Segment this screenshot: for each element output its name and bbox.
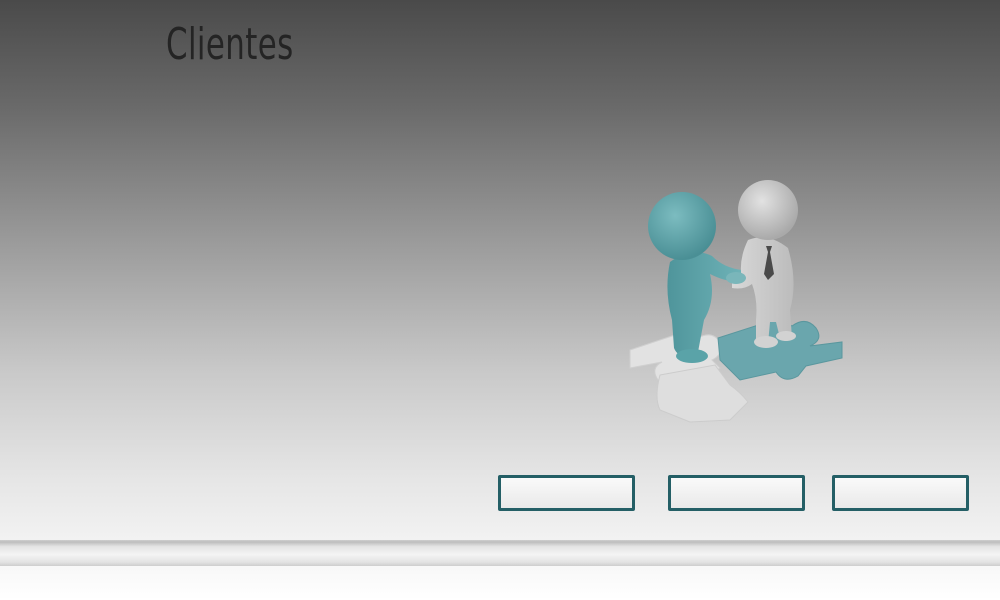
footer-divider bbox=[0, 540, 1000, 566]
handshake-puzzle-icon bbox=[629, 180, 843, 423]
teal-figure-head bbox=[648, 192, 716, 260]
page-title: Clientes bbox=[166, 19, 294, 70]
grey-figure-body bbox=[732, 237, 794, 345]
grey-figure-head bbox=[738, 180, 798, 240]
teal-figure-shoe bbox=[676, 349, 708, 363]
nav-button-2[interactable] bbox=[668, 475, 805, 511]
button-row bbox=[0, 475, 1000, 511]
handshake-hands bbox=[726, 272, 746, 284]
nav-button-3[interactable] bbox=[832, 475, 969, 511]
nav-button-1[interactable] bbox=[498, 475, 635, 511]
grey-figure-shoe-left bbox=[754, 336, 778, 348]
grey-figure-shoe-right bbox=[776, 331, 796, 341]
